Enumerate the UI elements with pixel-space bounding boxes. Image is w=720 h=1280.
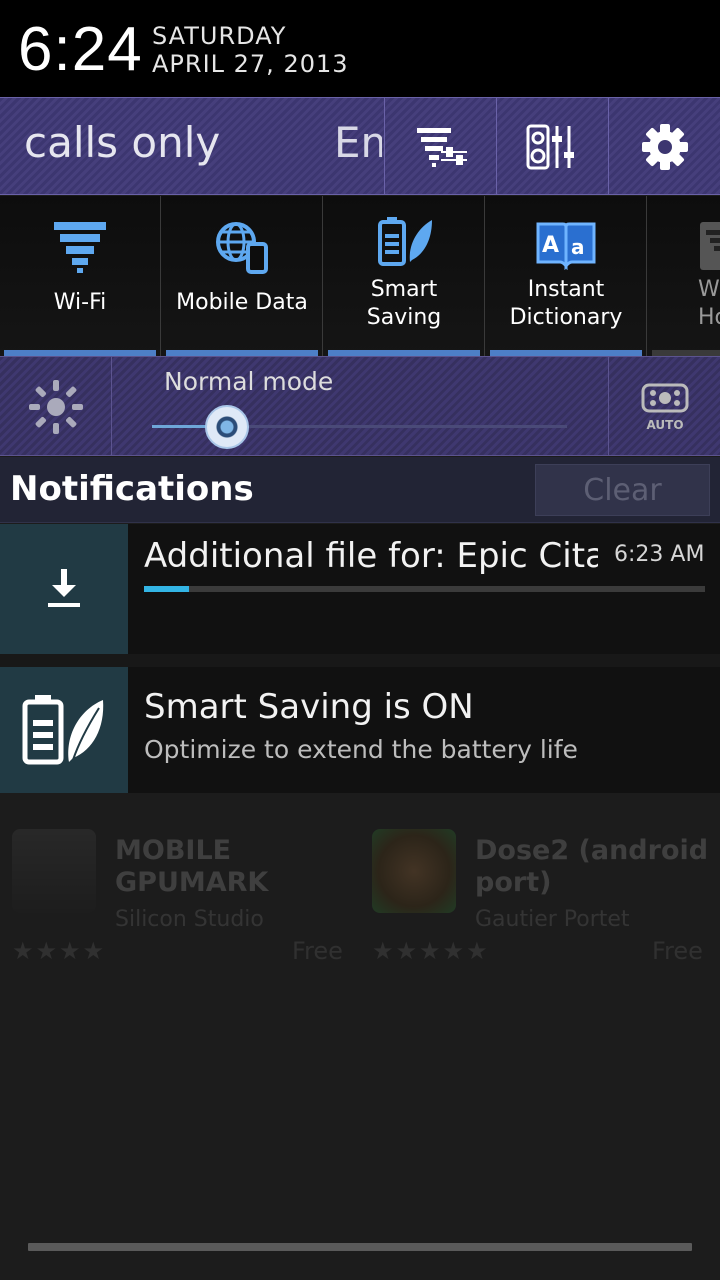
auto-brightness-icon: AUTO bbox=[641, 383, 688, 432]
auto-label: AUTO bbox=[646, 418, 683, 432]
notification-shade: MOBILE GPUMARK Silicon Studio ★★★★ Free … bbox=[0, 0, 720, 1280]
app-rating: ★★★★★ bbox=[372, 937, 490, 965]
notification-title: Smart Saving is ON bbox=[144, 687, 474, 727]
wifi-settings-button[interactable] bbox=[384, 98, 496, 195]
shade-drag-handle[interactable] bbox=[28, 1243, 692, 1251]
notification-title: Additional file for: Epic Citadel bbox=[144, 536, 598, 576]
toggle-label: Wi Hot bbox=[698, 277, 720, 330]
wifi-settings-icon bbox=[416, 127, 467, 167]
app-title: Dose2 (android port) bbox=[475, 835, 709, 898]
toggle-label: Instant Dictionary bbox=[509, 277, 623, 330]
app-price: Free bbox=[292, 937, 343, 965]
app-publisher: Silicon Studio bbox=[115, 907, 264, 932]
status-header: 6:24 SATURDAY APRIL 27, 2013 bbox=[0, 0, 720, 97]
svg-text:a: a bbox=[571, 235, 585, 259]
dictionary-icon: A a bbox=[536, 222, 596, 270]
toggle-label: Mobile Data bbox=[176, 290, 308, 315]
download-progress-fill bbox=[144, 586, 189, 592]
app-title: MOBILE GPUMARK bbox=[115, 835, 269, 898]
toggle-label: Smart Saving bbox=[366, 277, 442, 330]
notification-time: 6:23 AM bbox=[614, 542, 705, 567]
smart-saving-icon bbox=[378, 217, 432, 266]
notification-divider bbox=[0, 654, 720, 667]
app-rating: ★★★★ bbox=[12, 937, 107, 965]
notification-icon-box bbox=[0, 667, 128, 793]
app-icon-dose2 bbox=[372, 829, 456, 913]
brightness-bar: Normal mode AUTO bbox=[0, 356, 720, 456]
battery-leaf-icon bbox=[22, 695, 104, 765]
operator-name: calls only bbox=[24, 118, 221, 167]
notifications-header: Notifications Clear bbox=[0, 457, 720, 523]
svg-text:A: A bbox=[542, 233, 559, 258]
download-progress-bar bbox=[144, 586, 705, 592]
notification-smart-saving[interactable]: Smart Saving is ON Optimize to extend th… bbox=[0, 667, 720, 793]
toggle-mobile-data[interactable]: Mobile Data bbox=[162, 196, 323, 356]
date-text: APRIL 27, 2013 bbox=[152, 50, 349, 78]
mobile-data-icon bbox=[216, 222, 268, 274]
gear-icon bbox=[641, 123, 688, 170]
operator-name-secondary: Em bbox=[334, 118, 382, 167]
toggle-label: Wi-Fi bbox=[53, 290, 107, 315]
app-publisher: Gautier Portet bbox=[475, 907, 630, 932]
toggle-instant-dictionary[interactable]: A a Instant Dictionary bbox=[486, 196, 647, 356]
hotspot-icon bbox=[700, 222, 720, 270]
clear-button[interactable]: Clear bbox=[535, 464, 710, 516]
sound-equalizer-icon bbox=[526, 124, 574, 169]
auto-brightness-button[interactable]: AUTO bbox=[608, 357, 720, 456]
notifications-title: Notifications bbox=[10, 469, 254, 509]
brightness-button[interactable] bbox=[0, 357, 112, 456]
notification-icon-box bbox=[0, 524, 128, 654]
clock-time: 6:24 bbox=[18, 15, 143, 84]
toggle-wifi[interactable]: Wi-Fi bbox=[0, 196, 161, 356]
toggle-wifi-hotspot[interactable]: Wi Hot bbox=[648, 196, 720, 356]
toggle-smart-saving[interactable]: Smart Saving bbox=[324, 196, 485, 356]
sound-settings-button[interactable] bbox=[496, 98, 608, 195]
notification-download[interactable]: Additional file for: Epic Citadel 6:23 A… bbox=[0, 524, 720, 654]
brightness-mode-label: Normal mode bbox=[164, 367, 334, 396]
app-icon-gpumark bbox=[12, 829, 96, 913]
day-of-week: SATURDAY bbox=[152, 22, 287, 50]
brightness-slider-thumb[interactable] bbox=[205, 405, 249, 449]
wifi-icon bbox=[54, 222, 106, 273]
operator-bar: calls only Em bbox=[0, 97, 720, 195]
notification-subtitle: Optimize to extend the battery life bbox=[144, 735, 578, 764]
background-app-list: MOBILE GPUMARK Silicon Studio ★★★★ Free … bbox=[0, 793, 720, 993]
settings-button[interactable] bbox=[608, 98, 720, 195]
app-price: Free bbox=[652, 937, 703, 965]
download-icon bbox=[48, 569, 80, 607]
quick-toggles: Wi-Fi Mobile Data Smart Saving A a Insta… bbox=[0, 196, 720, 356]
brightness-icon bbox=[28, 379, 83, 434]
